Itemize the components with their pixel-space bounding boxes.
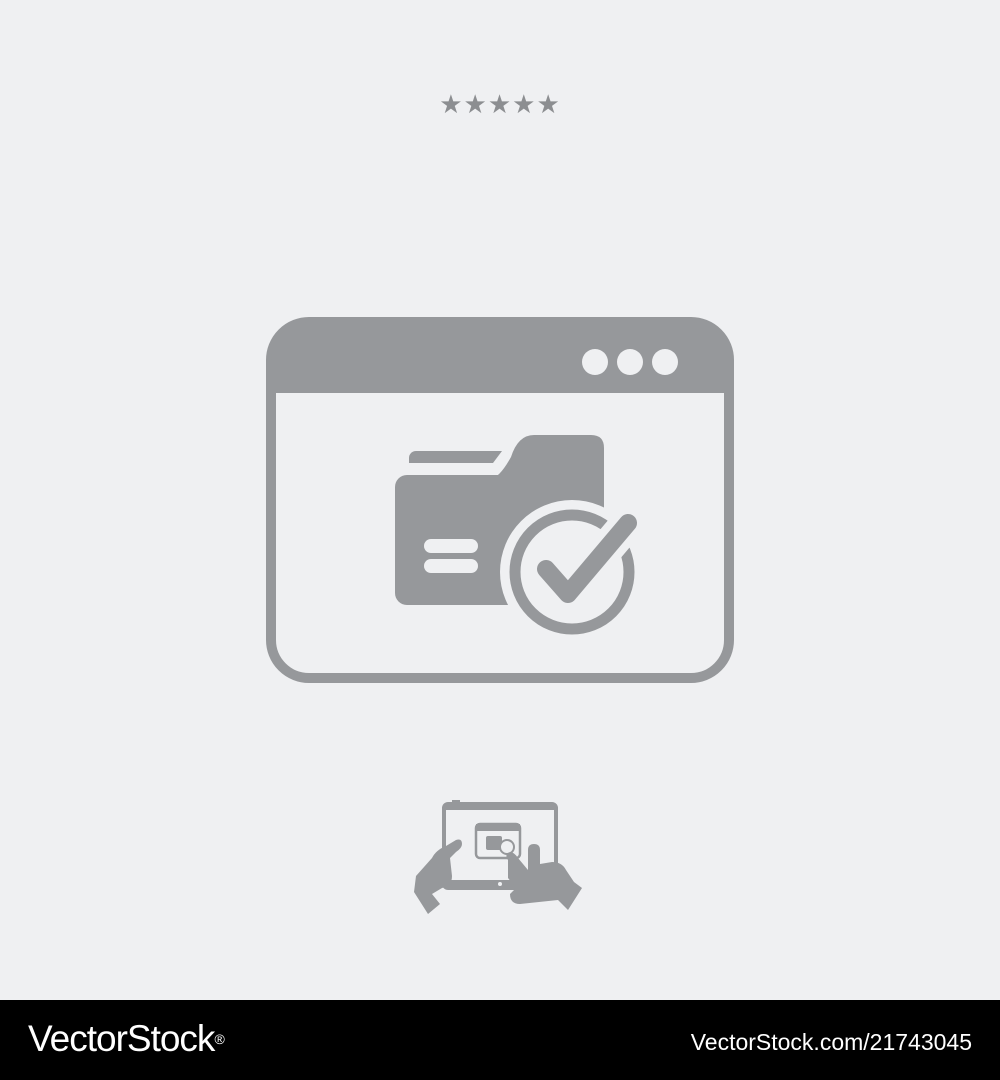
window-dot-3 [652, 349, 678, 375]
folder-label-line-2 [424, 559, 478, 573]
artwork-canvas: ★★★★★ [0, 0, 1000, 1000]
mini-window-bar [476, 824, 520, 831]
right-hand [506, 844, 582, 910]
mini-check-ring [499, 839, 515, 855]
left-hand [414, 839, 462, 914]
rating-stars: ★★★★★ [0, 90, 1000, 120]
watermark-url[interactable]: VectorStock.com/21743045 [691, 1027, 972, 1057]
tablet-home-button [498, 882, 502, 886]
browser-window-folder-check-icon [266, 317, 734, 683]
tablet-bezel-top [444, 804, 556, 810]
watermark-brand: VectorStock® [28, 1017, 225, 1061]
window-dot-2 [617, 349, 643, 375]
star-icons: ★★★★★ [439, 90, 561, 120]
watermark-brand-text: VectorStock [28, 1018, 215, 1059]
hands-tablet-touch-icon [414, 800, 582, 914]
folder-back [409, 451, 502, 463]
tablet-camera [452, 800, 460, 804]
watermark-bar: VectorStock® VectorStock.com/21743045 [0, 1000, 1000, 1080]
folder-label-line-1 [424, 539, 478, 553]
window-dot-1 [582, 349, 608, 375]
watermark-registered-mark: ® [214, 1031, 225, 1047]
